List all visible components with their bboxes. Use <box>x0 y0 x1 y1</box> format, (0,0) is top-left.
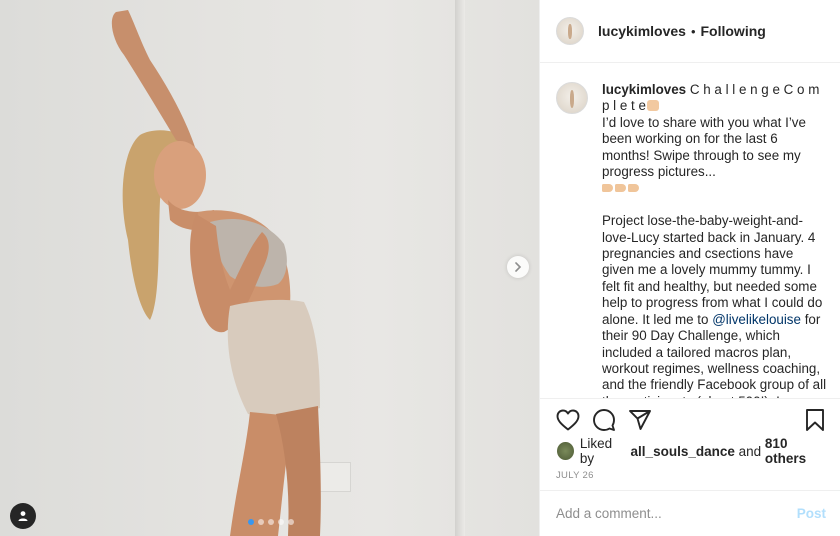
carousel-dot-active <box>248 519 254 525</box>
caption-paragraph-1: I’d love to share with you what I’ve bee… <box>602 114 810 180</box>
caption-spacer <box>602 197 828 213</box>
comment-button[interactable] <box>591 407 617 433</box>
liker-username[interactable]: all_souls_dance <box>631 444 735 459</box>
user-tag-icon <box>18 511 28 521</box>
carousel-dot <box>258 519 264 525</box>
next-slide-button[interactable] <box>507 256 529 278</box>
pointing-right-emoji-icon <box>602 184 613 193</box>
chevron-right-icon <box>515 262 522 272</box>
save-button[interactable] <box>802 407 828 433</box>
comment-input[interactable] <box>556 506 797 521</box>
post-comment-button[interactable]: Post <box>797 506 826 521</box>
share-button[interactable] <box>627 407 653 433</box>
carousel-indicator <box>248 519 294 525</box>
post-date[interactable]: JULY 26 <box>556 470 828 481</box>
pointing-right-emoji-icon <box>628 184 639 193</box>
following-button[interactable]: Following <box>701 23 766 39</box>
caption-username[interactable]: lucykimloves <box>602 82 686 97</box>
user-tag-button[interactable] <box>10 503 36 529</box>
avatar[interactable] <box>556 17 584 45</box>
action-icons-row <box>555 399 828 441</box>
likes-summary: Liked by all_souls_dance and 810 others <box>555 436 828 466</box>
post-header: lucykimloves • Following <box>540 0 840 63</box>
paper-plane-icon <box>629 410 651 430</box>
separator-bullet: • <box>690 23 696 39</box>
mention-link[interactable]: @livelikelouise <box>712 312 801 327</box>
comment-icon <box>593 409 615 431</box>
heart-icon <box>556 409 580 431</box>
carousel-dot <box>268 519 274 525</box>
post-actions: Liked by all_souls_dance and 810 others … <box>540 398 840 490</box>
pointing-right-emoji-icon <box>615 184 626 193</box>
liked-by-joiner: and <box>738 443 762 459</box>
raised-hands-emoji-icon <box>646 100 659 112</box>
caption-paragraph-2: Project lose-the-baby-weight-and-love-Lu… <box>602 213 827 327</box>
carousel-dot <box>278 519 284 525</box>
post-sidebar: lucykimloves • Following lucykimloves C … <box>539 0 840 536</box>
likes-count[interactable]: 810 others <box>765 436 828 466</box>
like-button[interactable] <box>555 407 581 433</box>
comments-section[interactable]: lucykimloves C h a l l e n g e C o m p l… <box>540 64 840 398</box>
caption-text: lucykimloves C h a l l e n g e C o m p l… <box>602 82 828 398</box>
caption: lucykimloves C h a l l e n g e C o m p l… <box>556 82 828 398</box>
liker-avatar[interactable] <box>557 442 574 460</box>
caption-avatar[interactable] <box>556 82 588 114</box>
header-username[interactable]: lucykimloves <box>598 23 686 39</box>
liked-by-prefix: Liked by <box>579 436 613 466</box>
pointing-emoji-row <box>602 180 828 196</box>
post-photo[interactable] <box>0 0 539 536</box>
woman-photo-figure <box>111 10 321 536</box>
add-comment-box: Post <box>540 490 840 536</box>
carousel-dot <box>288 519 294 525</box>
bookmark-icon <box>806 409 824 431</box>
